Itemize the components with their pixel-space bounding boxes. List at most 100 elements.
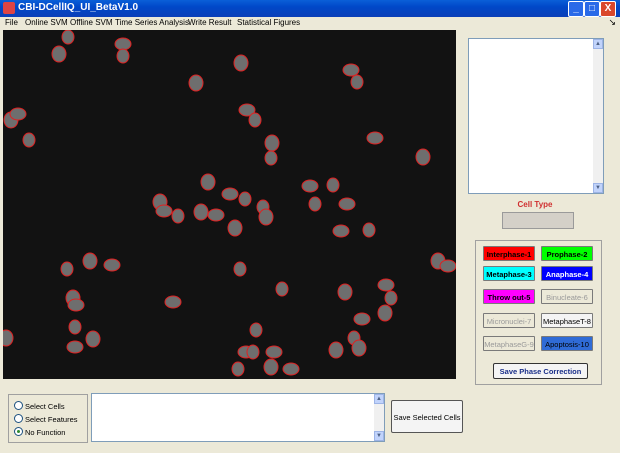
cell-nucleus[interactable] xyxy=(384,290,398,306)
cell-nucleus[interactable] xyxy=(60,261,74,277)
cell-nucleus[interactable] xyxy=(265,345,283,359)
scroll-up-icon[interactable]: ▲ xyxy=(374,394,384,404)
menu-statistical-figures[interactable]: Statistical Figures xyxy=(237,18,300,27)
cell-nucleus[interactable] xyxy=(353,312,371,326)
cell-nucleus[interactable] xyxy=(328,341,344,359)
cell-nucleus[interactable] xyxy=(22,132,36,148)
cell-nucleus[interactable] xyxy=(227,219,243,237)
textbox-scrollbar[interactable]: ▲ ▼ xyxy=(374,394,384,441)
scroll-down-icon[interactable]: ▼ xyxy=(593,183,603,193)
cell-nucleus[interactable] xyxy=(164,295,182,309)
minimize-button[interactable]: _ xyxy=(568,1,584,17)
dock-arrow-icon[interactable]: ↘ xyxy=(608,17,616,28)
micronuclei-button[interactable]: Micronuclei-7 xyxy=(483,313,535,328)
cell-nucleus[interactable] xyxy=(332,224,350,238)
cell-nucleus[interactable] xyxy=(207,208,225,222)
menu-file[interactable]: File xyxy=(5,18,18,27)
close-button[interactable]: X xyxy=(600,1,616,17)
scroll-up-icon[interactable]: ▲ xyxy=(593,39,603,49)
cell-nucleus[interactable] xyxy=(114,37,132,51)
apoptosis-button[interactable]: Apoptosis-10 xyxy=(541,336,593,351)
matlab-icon xyxy=(3,2,15,14)
cell-nucleus[interactable] xyxy=(3,329,14,347)
throw-out-button[interactable]: Throw out-5 xyxy=(483,289,535,304)
cell-nucleus[interactable] xyxy=(377,304,393,322)
save-selected-cells-button[interactable]: Save Selected Cells xyxy=(391,400,463,433)
anaphase-button[interactable]: Anaphase-4 xyxy=(541,266,593,281)
cell-nucleus[interactable] xyxy=(193,203,209,221)
cell-nucleus[interactable] xyxy=(231,361,245,377)
cell-nucleus[interactable] xyxy=(439,259,456,273)
cell-nucleus[interactable] xyxy=(188,74,204,92)
info-listbox[interactable]: ▲ ▼ xyxy=(468,38,604,194)
cell-nucleus[interactable] xyxy=(326,177,340,193)
cell-nucleus[interactable] xyxy=(67,298,85,312)
cell-nucleus[interactable] xyxy=(171,208,185,224)
cell-nucleus[interactable] xyxy=(308,196,322,212)
cell-nucleus[interactable] xyxy=(61,30,75,45)
cell-nucleus[interactable] xyxy=(155,204,173,218)
cell-nucleus[interactable] xyxy=(103,258,121,272)
cell-nucleus[interactable] xyxy=(248,112,262,128)
interphase-button[interactable]: Interphase-1 xyxy=(483,246,535,261)
cell-nucleus[interactable] xyxy=(301,179,319,193)
menu-time-series-analysis[interactable]: Time Series Analysis xyxy=(115,18,189,27)
cell-nucleus[interactable] xyxy=(263,358,279,376)
output-textbox[interactable]: ▲ ▼ xyxy=(91,393,385,442)
cell-nucleus[interactable] xyxy=(9,107,27,121)
cell-nucleus[interactable] xyxy=(249,322,263,338)
menu-online-svm[interactable]: Online SVM xyxy=(25,18,68,27)
radio-select-features[interactable]: Select Features xyxy=(14,414,78,424)
cell-nucleus[interactable] xyxy=(238,191,252,207)
cell-nucleus[interactable] xyxy=(264,150,278,166)
metaphase-g-button[interactable]: MetaphaseG-9 xyxy=(483,336,535,351)
scroll-down-icon[interactable]: ▼ xyxy=(374,431,384,441)
cell-nucleus[interactable] xyxy=(366,131,384,145)
radio-no-function[interactable]: No Function xyxy=(14,427,65,437)
cell-image-view[interactable] xyxy=(3,30,456,379)
radio-icon[interactable] xyxy=(14,401,23,410)
cell-nucleus[interactable] xyxy=(221,187,239,201)
cell-type-label: Cell Type xyxy=(517,200,553,209)
cell-nucleus[interactable] xyxy=(351,339,367,357)
cell-nucleus[interactable] xyxy=(116,48,130,64)
binucleate-button[interactable]: Binucleate-6 xyxy=(541,289,593,304)
cell-nucleus[interactable] xyxy=(233,54,249,72)
metaphase-t-button[interactable]: MetaphaseT-8 xyxy=(541,313,593,328)
cell-nucleus[interactable] xyxy=(282,362,300,376)
save-phase-correction-button[interactable]: Save Phase Correction xyxy=(493,363,588,379)
cell-nucleus[interactable] xyxy=(85,330,101,348)
cell-nucleus[interactable] xyxy=(362,222,376,238)
cell-nucleus[interactable] xyxy=(200,173,216,191)
radio-label: Select Features xyxy=(25,415,78,424)
menu-write-result[interactable]: Write Result xyxy=(188,18,231,27)
window-title: CBI-DCellIQ_UI_BetaV1.0 xyxy=(18,2,139,13)
cell-nucleus[interactable] xyxy=(258,208,274,226)
radio-icon[interactable] xyxy=(14,414,23,423)
cell-nucleus[interactable] xyxy=(82,252,98,270)
cell-nucleus[interactable] xyxy=(51,45,67,63)
cell-nucleus[interactable] xyxy=(66,340,84,354)
cell-nucleus[interactable] xyxy=(338,197,356,211)
prophase-button[interactable]: Prophase-2 xyxy=(541,246,593,261)
cell-nucleus[interactable] xyxy=(233,261,247,277)
metaphase-button[interactable]: Metaphase-3 xyxy=(483,266,535,281)
cell-nucleus[interactable] xyxy=(246,344,260,360)
maximize-button[interactable]: □ xyxy=(584,1,600,17)
menu-bar: File Online SVM Offline SVM Time Series … xyxy=(0,17,620,30)
cell-nucleus[interactable] xyxy=(68,319,82,335)
cell-nucleus[interactable] xyxy=(275,281,289,297)
cell-image-canvas[interactable] xyxy=(3,30,456,379)
cell-nucleus[interactable] xyxy=(377,278,395,292)
cell-nucleus[interactable] xyxy=(264,134,280,152)
menu-offline-svm[interactable]: Offline SVM xyxy=(70,18,113,27)
radio-label: No Function xyxy=(25,428,66,437)
title-bar: CBI-DCellIQ_UI_BetaV1.0 _ □ X xyxy=(0,0,620,17)
radio-select-cells[interactable]: Select Cells xyxy=(14,401,65,411)
cell-nucleus[interactable] xyxy=(350,74,364,90)
cell-nucleus[interactable] xyxy=(415,148,431,166)
cell-nucleus[interactable] xyxy=(342,63,360,77)
radio-selected-icon[interactable] xyxy=(14,427,23,436)
listbox-scrollbar[interactable]: ▲ ▼ xyxy=(593,39,603,193)
cell-nucleus[interactable] xyxy=(337,283,353,301)
